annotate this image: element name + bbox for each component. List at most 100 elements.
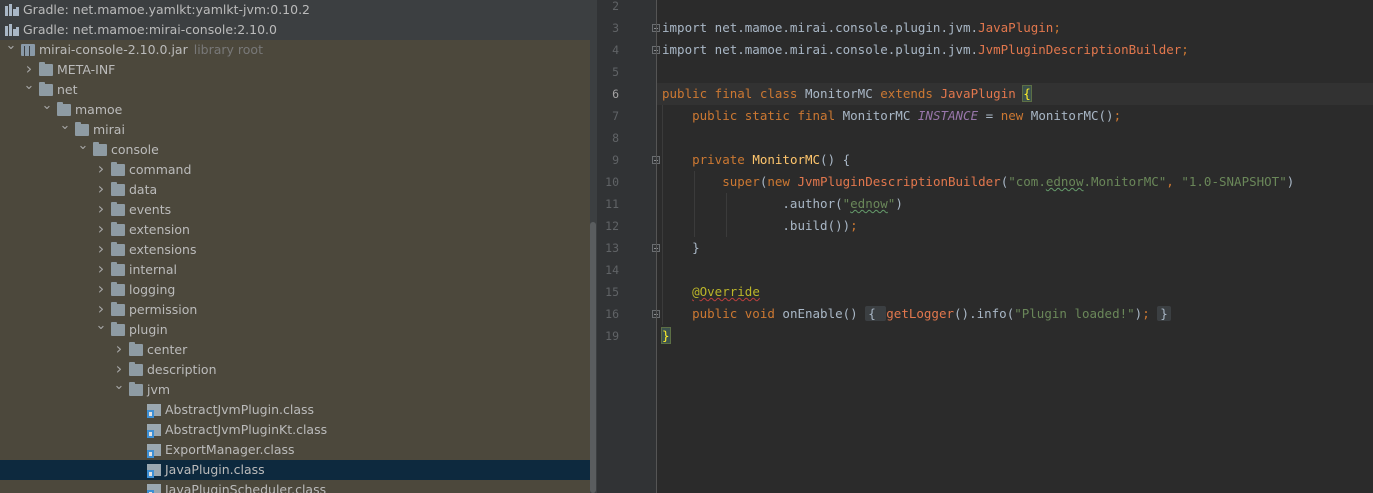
code-token: ; (850, 218, 858, 233)
code-token: public void (662, 306, 783, 321)
tree-item-text: data (129, 182, 158, 197)
code-line[interactable]: private MonitorMC() { (662, 149, 850, 171)
class-file-icon (147, 404, 161, 418)
code-line[interactable]: import net.mamoe.mirai.console.plugin.jv… (662, 17, 1061, 39)
code-line[interactable]: } (661, 325, 671, 347)
folder-icon (39, 82, 53, 96)
tree-item-text: description (147, 362, 217, 377)
tree-item-text: internal (129, 262, 177, 277)
tree-item-label: data (129, 180, 157, 200)
tree-item-text: ExportManager.class (165, 442, 295, 457)
chevron-right-icon[interactable]: › (113, 339, 125, 359)
tree-item-label: events (129, 200, 171, 220)
tree-item-text: events (129, 202, 172, 217)
gutter-separator (656, 0, 657, 493)
line-number: 6 (612, 87, 619, 101)
tree-item-label: extension (129, 220, 190, 240)
tree-item[interactable]: JavaPlugin.class (0, 460, 590, 480)
code-token: JvmPluginDescriptionBuilder (797, 174, 1001, 189)
chevron-down-icon[interactable]: ⌄ (59, 116, 71, 136)
code-line[interactable]: .build()); (662, 215, 858, 237)
code-line[interactable]: import net.mamoe.mirai.console.plugin.jv… (662, 39, 1189, 61)
tree-item[interactable]: ⌄ console (0, 138, 590, 160)
chevron-down-icon[interactable]: ⌄ (113, 376, 125, 396)
code-line[interactable]: super(new JvmPluginDescriptionBuilder("c… (662, 171, 1294, 193)
chevron-right-icon[interactable]: › (95, 179, 107, 199)
tree-item[interactable]: ExportManager.class (0, 440, 590, 460)
code-line[interactable]: public static final MonitorMC INSTANCE =… (662, 105, 1121, 127)
tree-item-label: mamoe (75, 100, 122, 120)
chevron-down-icon[interactable]: ⌄ (41, 96, 53, 116)
class-file-icon (147, 424, 161, 438)
folder-icon (39, 62, 53, 76)
tree-item[interactable]: › command (0, 159, 590, 180)
library-icon (5, 24, 19, 36)
tree-item[interactable]: › events (0, 199, 590, 220)
code-token: "1.0-SNAPSHOT" (1181, 174, 1287, 189)
chevron-right-icon[interactable]: › (95, 259, 107, 279)
folder-icon (57, 102, 71, 116)
chevron-down-icon[interactable]: ⌄ (95, 316, 107, 336)
tree-item[interactable]: Gradle: net.mamoe:mirai-console:2.10.0 (0, 20, 590, 40)
tree-item[interactable]: AbstractJvmPluginKt.class (0, 420, 590, 440)
tree-item-label: permission (129, 300, 197, 320)
tree-item-text: Gradle: net.mamoe.yamlkt:yamlkt-jvm:0.10… (23, 2, 311, 17)
tree-item-label: description (147, 360, 217, 380)
tree-item[interactable]: › logging (0, 279, 590, 300)
tree-item[interactable]: › extensions (0, 239, 590, 260)
line-number: 11 (605, 197, 619, 211)
tree-item[interactable]: ⌄ net (0, 78, 590, 100)
chevron-right-icon[interactable]: › (95, 239, 107, 259)
code-token: "Plugin loaded!" (1014, 306, 1135, 321)
line-number: 2 (612, 0, 619, 13)
code-token: MonitorMC() (1030, 108, 1114, 123)
tree-item[interactable]: › data (0, 179, 590, 200)
tree-item-text: JavaPlugin.class (165, 462, 265, 477)
tree-item[interactable]: › center (0, 339, 590, 360)
chevron-right-icon[interactable]: › (95, 199, 107, 219)
chevron-down-icon[interactable]: ⌄ (5, 36, 17, 56)
tree-item[interactable]: ⌄ mamoe (0, 98, 590, 120)
tree-item[interactable]: › description (0, 359, 590, 380)
chevron-right-icon[interactable]: › (95, 219, 107, 239)
tree-item[interactable]: Gradle: net.mamoe.yamlkt:yamlkt-jvm:0.10… (0, 0, 590, 20)
code-token: ednow (1045, 174, 1084, 189)
code-token: JavaPlugin (978, 20, 1054, 35)
line-number-gutter[interactable]: 2 3 4 5 6 7 8 9 10 11 12 13 14 15 16 19 (597, 0, 660, 493)
tree-item[interactable]: AbstractJvmPlugin.class (0, 400, 590, 420)
tree-item[interactable]: ⌄ plugin (0, 318, 590, 340)
indent-guide (726, 193, 727, 237)
tree-item-label: mirai (93, 120, 125, 140)
tree-item[interactable]: ⌄ jvm (0, 378, 590, 400)
tree-item-label: extensions (129, 240, 196, 260)
code-token: INSTANCE (917, 108, 979, 123)
tree-item-text: mamoe (75, 102, 123, 117)
code-line[interactable]: public void onEnable() { getLogger().inf… (662, 303, 1171, 325)
tree-item-text: AbstractJvmPlugin.class (165, 402, 314, 417)
chevron-down-icon[interactable]: ⌄ (77, 136, 89, 156)
code-line[interactable]: @Override (662, 281, 760, 303)
tree-item[interactable]: › internal (0, 259, 590, 280)
code-token: { (865, 306, 887, 321)
tree-item[interactable]: › META-INF (0, 59, 590, 80)
tree-item[interactable]: JavaPluginScheduler.class (0, 480, 590, 493)
chevron-down-icon[interactable]: ⌄ (23, 76, 35, 96)
code-line[interactable]: .author("ednow") (662, 193, 902, 215)
tree-item-text: JavaPluginScheduler.class (165, 482, 327, 493)
tree-item-text: AbstractJvmPluginKt.class (165, 422, 328, 437)
indent-guide (694, 171, 695, 237)
tree-item[interactable]: › extension (0, 219, 590, 240)
tree-item-text: mirai (93, 122, 125, 137)
chevron-right-icon[interactable]: › (95, 159, 107, 179)
tree-item-text: META-INF (57, 62, 116, 77)
code-token: ; (1181, 42, 1189, 57)
chevron-right-icon[interactable]: › (95, 279, 107, 299)
code-line[interactable]: public final class MonitorMC extends Jav… (662, 83, 1032, 105)
tree-scrollbar-thumb[interactable] (590, 222, 596, 493)
code-line[interactable]: } (662, 237, 700, 259)
tree-item[interactable]: › permission (0, 299, 590, 320)
code-editor[interactable]: 2 3 4 5 6 7 8 9 10 11 12 13 14 15 16 19 import net.mamo… (597, 0, 1373, 493)
tree-item[interactable]: ⌄ mirai-console-2.10.0.jar library root (0, 38, 590, 60)
tree-item-text: permission (129, 302, 198, 317)
